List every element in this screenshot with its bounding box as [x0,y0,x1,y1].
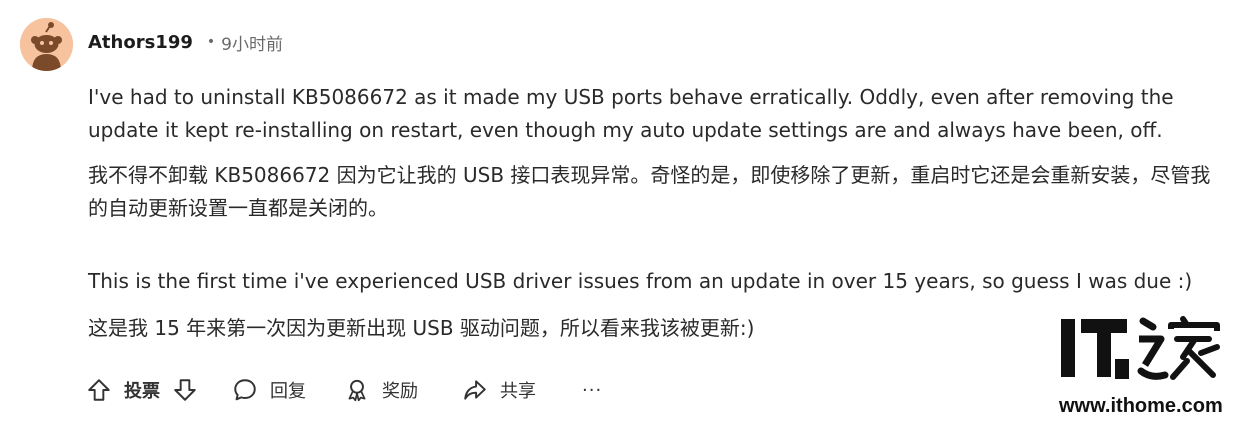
comment-action-bar: 投票 回复 奖励 共享 ··· [86,372,602,408]
comment-paragraph-1: I've had to uninstall KB5086672 as it ma… [88,85,1174,142]
ithome-watermark: www.ithome.com [1055,313,1237,423]
comment-paragraph-3: This is the first time i've experienced … [88,269,1193,293]
author-name[interactable]: Athors199 [88,32,193,53]
share-label: 共享 [500,381,536,402]
award-label: 奖励 [382,381,418,402]
comment-timestamp: 9小时前 [221,34,283,55]
ithome-logo-icon [1061,316,1220,380]
award-icon [348,379,366,402]
watermark-url: www.ithome.com [1059,395,1223,417]
comment-header: Athors199 • 9小时前 [88,28,283,56]
more-options-button[interactable]: ··· [582,380,602,401]
award-button[interactable]: 奖励 [344,377,418,403]
reply-label: 回复 [270,381,306,402]
share-arrow-icon [464,380,486,400]
vote-label: 投票 [124,381,160,402]
reddit-snoo-icon [20,18,73,71]
comment-paragraph-2: 我不得不卸载 KB5086672 因为它让我的 USB 接口表现异常。奇怪的是，… [88,163,1211,220]
downvote-arrow-icon [174,379,196,401]
meta-separator: • [206,34,216,50]
user-avatar[interactable] [20,18,73,71]
upvote-button[interactable] [86,377,112,403]
share-button[interactable]: 共享 [462,377,536,403]
reply-button[interactable]: 回复 [232,377,306,403]
upvote-arrow-icon [88,379,110,401]
comment-bubble-icon [234,379,256,401]
downvote-button[interactable] [172,377,198,403]
comment-card: Athors199 • 9小时前 I've had to uninstall K… [0,0,1251,433]
